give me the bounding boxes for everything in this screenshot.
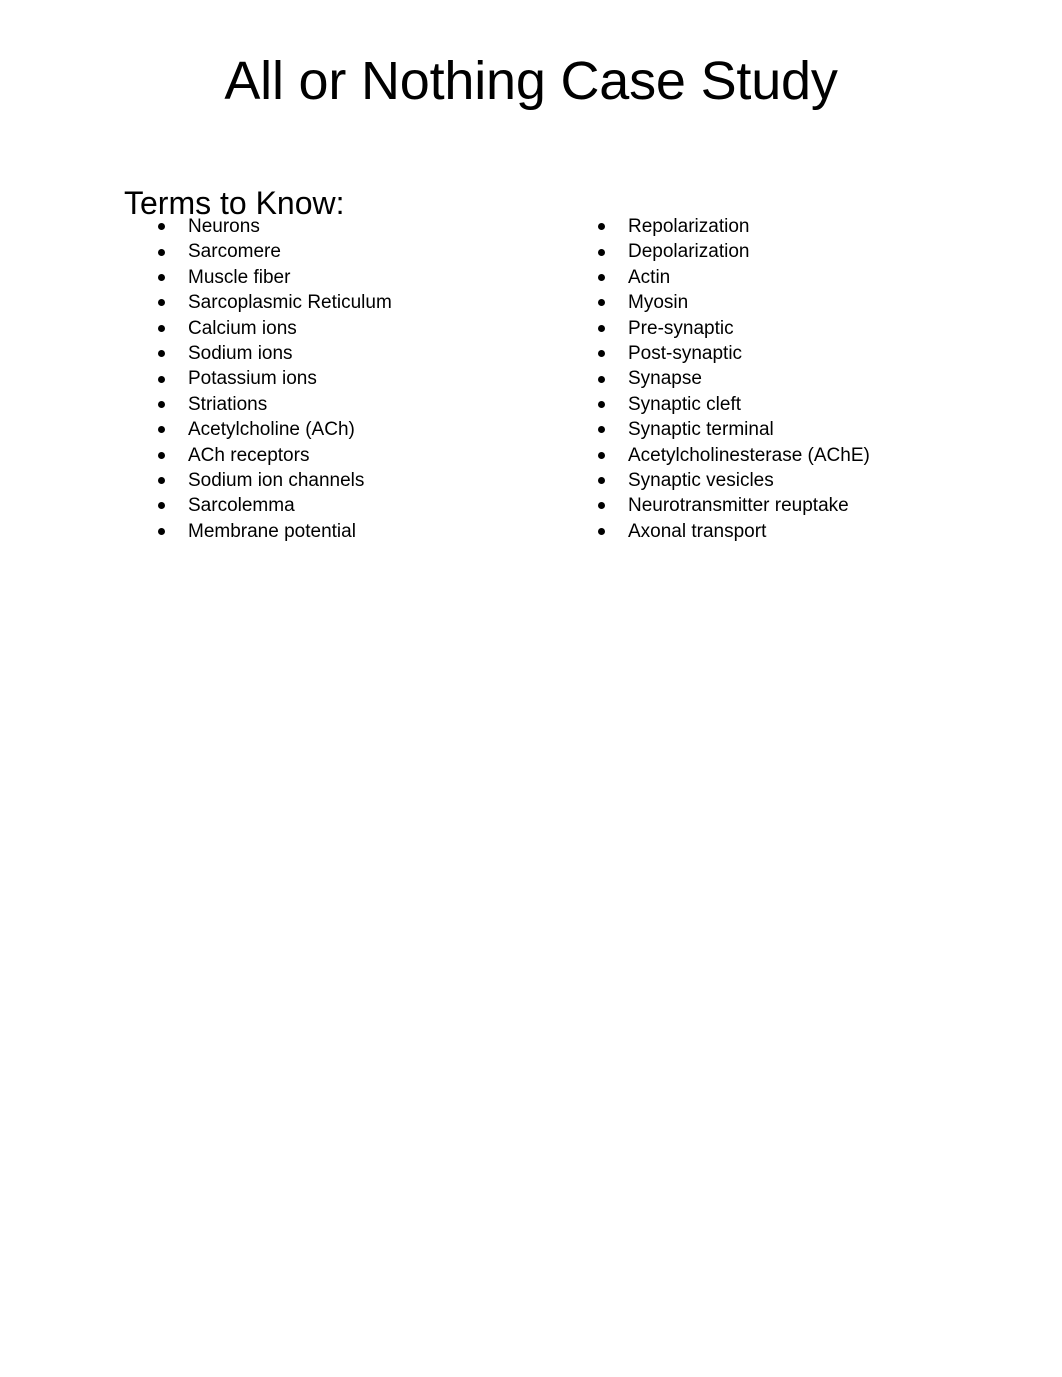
term-label: Neurons [188,216,260,237]
bullet-icon [158,477,165,485]
bullet-icon [598,350,605,358]
list-item: Acetylcholinesterase (AChE) [564,443,1004,468]
list-item: Repolarization [564,214,1004,239]
bullet-icon [158,248,165,256]
list-item: Actin [564,265,1004,290]
bullet-icon [158,502,165,510]
document-page: All or Nothing Case Study Terms to Know:… [0,0,1062,1377]
list-item: Myosin [564,290,1004,315]
bullet-icon [158,223,165,231]
bullet-icon [158,324,165,332]
term-label: Post-synaptic [628,342,743,364]
list-item: Sarcomere [124,239,564,264]
term-label: Neurotransmitter reuptake [628,495,849,517]
term-label: Muscle fiber [188,266,291,288]
bullet-icon [158,299,165,307]
list-item: Synaptic cleft [564,392,1004,417]
term-label: Acetylcholine (ACh) [188,419,355,441]
list-item: Membrane potential [124,519,564,544]
bullet-icon [158,451,165,459]
bullet-icon [158,273,165,281]
bullet-icon [158,350,165,358]
bullet-icon [598,375,605,383]
term-label: Sodium ion channels [188,469,365,491]
bullet-icon [598,324,605,332]
list-item: Synaptic vesicles [564,468,1004,493]
term-label: Potassium ions [188,368,317,390]
term-list-right: Repolarization Depolarization Actin Myos… [564,214,1004,544]
bullet-icon [598,527,605,535]
bullet-icon [598,400,605,408]
terms-columns: Neurons Sarcomere Muscle fiber Sarcoplas… [124,214,1004,544]
term-label: Sarcoplasmic Reticulum [188,292,392,314]
list-item: Striations [124,392,564,417]
terms-column-right: Repolarization Depolarization Actin Myos… [564,214,1004,544]
list-item: Sodium ion channels [124,468,564,493]
term-label: Sodium ions [188,342,293,364]
term-label: ACh receptors [188,444,310,466]
term-label: Synaptic vesicles [628,469,774,491]
term-label: Repolarization [628,216,750,237]
list-item: Potassium ions [124,366,564,391]
bullet-icon [598,299,605,307]
bullet-icon [598,248,605,256]
list-item: Synaptic terminal [564,417,1004,442]
bullet-icon [598,502,605,510]
page-title: All or Nothing Case Study [224,51,838,112]
list-item: Depolarization [564,239,1004,264]
bullet-icon [158,527,165,535]
term-label: Sarcomere [188,241,281,263]
list-item: Neurotransmitter reuptake [564,493,1004,518]
list-item: Muscle fiber [124,265,564,290]
list-item: Post-synaptic [564,341,1004,366]
list-item: Synapse [564,366,1004,391]
term-label: Acetylcholinesterase (AChE) [628,444,870,466]
term-label: Pre-synaptic [628,317,734,339]
list-item: Sarcolemma [124,493,564,518]
bullet-icon [598,223,605,231]
list-item: Pre-synaptic [564,316,1004,341]
term-label: Depolarization [628,241,750,263]
terms-column-left: Neurons Sarcomere Muscle fiber Sarcoplas… [124,214,564,544]
term-label: Striations [188,393,268,415]
term-label: Axonal transport [628,520,767,542]
list-item: Axonal transport [564,519,1004,544]
bullet-icon [158,426,165,434]
term-label: Membrane potential [188,520,356,542]
term-list-left: Neurons Sarcomere Muscle fiber Sarcoplas… [124,214,564,544]
term-label: Calcium ions [188,317,297,339]
term-label: Sarcolemma [188,495,295,517]
term-label: Actin [628,266,671,288]
list-item: Acetylcholine (ACh) [124,417,564,442]
list-item: Sodium ions [124,341,564,366]
bullet-icon [598,451,605,459]
term-label: Synaptic terminal [628,419,774,441]
list-item: ACh receptors [124,443,564,468]
bullet-icon [598,426,605,434]
term-label: Synaptic cleft [628,393,741,415]
bullet-icon [158,400,165,408]
list-item: Sarcoplasmic Reticulum [124,290,564,315]
bullet-icon [598,477,605,485]
list-item: Calcium ions [124,316,564,341]
list-item: Neurons [124,214,564,239]
bullet-icon [158,375,165,383]
bullet-icon [598,273,605,281]
term-label: Synapse [628,368,702,390]
term-label: Myosin [628,292,689,314]
